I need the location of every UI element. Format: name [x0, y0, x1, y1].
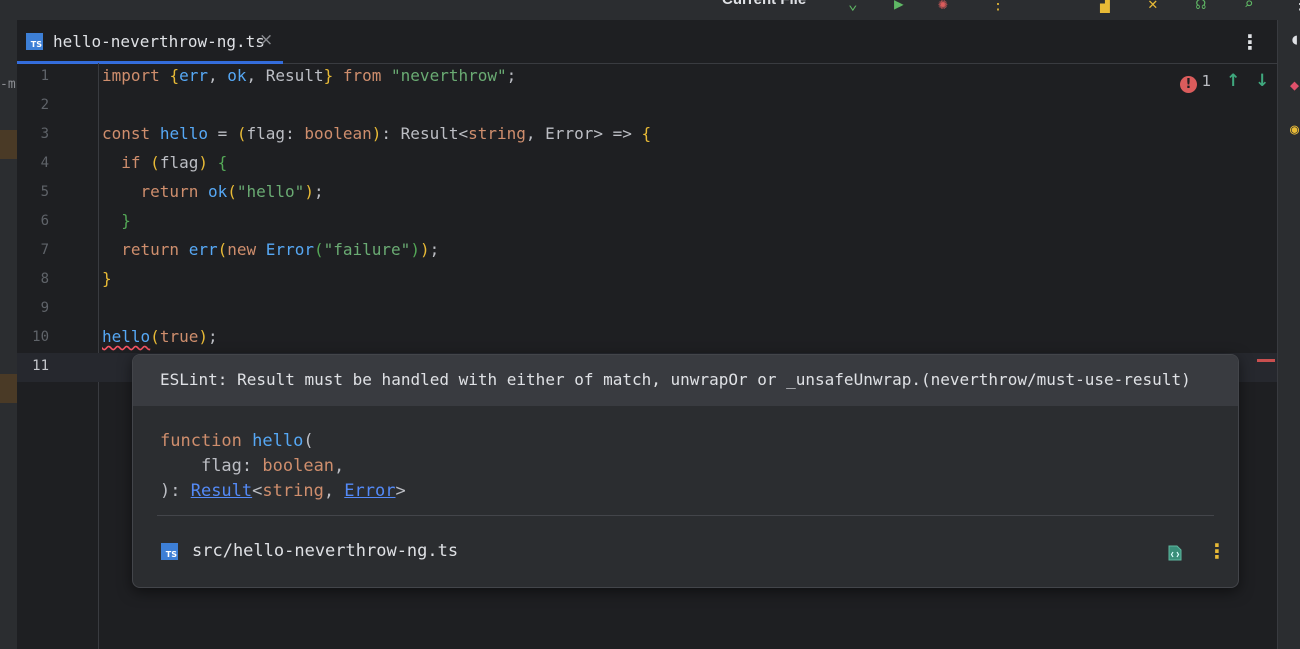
more-actions-icon[interactable]: ⋮ — [990, 0, 1006, 13]
code-text: import {err, ok, Result} from "neverthro… — [102, 66, 517, 85]
line-number: 9 — [40, 300, 49, 316]
line-number: 2 — [40, 97, 49, 113]
typescript-file-icon: TS — [26, 33, 43, 50]
project-tree-fragment: -m — [0, 77, 16, 92]
open-in-editor-icon[interactable] — [1168, 545, 1182, 561]
chevron-down-icon[interactable]: ⌄ — [848, 0, 858, 13]
right-tool-strip: ◖ ◆ ◉ — [1277, 20, 1300, 649]
inspection-popup[interactable]: ESLint: Result must be handled with eith… — [132, 354, 1239, 588]
line-number: 1 — [40, 68, 49, 84]
code-line[interactable]: 7 return err(new Error("failure")); — [17, 237, 1277, 266]
line-number: 10 — [32, 329, 49, 345]
eslint-message: ESLint: Result must be handled with eith… — [160, 370, 1191, 389]
left-tool-strip: -m — [0, 20, 17, 649]
source-file-path[interactable]: src/hello-neverthrow-ng.ts — [192, 541, 458, 561]
code-text: return ok("hello"); — [140, 182, 324, 201]
line-number: 4 — [40, 155, 49, 171]
code-line[interactable]: 4 if (flag) { — [17, 150, 1277, 179]
ai-assistant-icon[interactable]: ▟ — [1100, 0, 1110, 13]
typescript-file-icon: TS — [161, 543, 178, 560]
database-icon[interactable]: ◉ — [1290, 120, 1299, 138]
error-icon: ! — [1180, 76, 1197, 93]
function-signature: function hello( flag: boolean, ): Result… — [160, 431, 406, 501]
line-number: 6 — [40, 213, 49, 229]
inspections-widget[interactable]: ! 1 ↑ ↓ — [1180, 71, 1269, 93]
code-text: hello(true); — [102, 327, 218, 346]
code-text: if (flag) { — [121, 153, 228, 172]
line-number: 3 — [40, 126, 49, 142]
code-text: return err(new Error("failure")); — [121, 240, 440, 259]
next-problem-icon[interactable]: ↓ — [1255, 71, 1269, 91]
code-line[interactable]: 5 return ok("hello"); — [17, 179, 1277, 208]
result-type-link[interactable]: Result — [191, 481, 252, 501]
settings-icon[interactable]: ⋮ — [1292, 0, 1300, 13]
tab-hello-neverthrow-ng[interactable]: TS hello-neverthrow-ng.ts × — [17, 21, 283, 64]
popup-options-icon[interactable]: ⋮ — [1207, 539, 1227, 563]
code-line[interactable]: 6 } — [17, 208, 1277, 237]
code-text: } — [102, 269, 112, 288]
code-line[interactable]: 3 const hello = (flag: boolean): Result<… — [17, 121, 1277, 150]
vcs-icon[interactable]: ☊ — [1196, 0, 1206, 13]
close-icon[interactable]: ✕ — [1148, 0, 1158, 13]
line-number: 11 — [32, 358, 49, 374]
main-toolbar: Current File ⌄ ▶ ✺ ⋮ ▟ ✕ ☊ ⌕ ⋮ — [0, 0, 1300, 21]
close-tab-icon[interactable]: × — [259, 30, 273, 50]
search-icon[interactable]: ⌕ — [1244, 0, 1254, 13]
code-text: } — [121, 211, 131, 230]
plugin-icon[interactable]: ◆ — [1290, 76, 1299, 94]
error-stripe-marker[interactable] — [1257, 359, 1275, 362]
error-type-link[interactable]: Error — [344, 481, 395, 501]
code-line[interactable]: 8 } — [17, 266, 1277, 295]
tree-selection-marker — [0, 374, 17, 403]
notifications-icon[interactable]: ◖ — [1290, 30, 1299, 48]
line-number: 7 — [40, 242, 49, 258]
debug-icon[interactable]: ✺ — [938, 0, 948, 13]
tree-selection-marker — [0, 130, 17, 159]
tab-label: hello-neverthrow-ng.ts — [53, 32, 265, 51]
previous-problem-icon[interactable]: ↑ — [1226, 71, 1240, 91]
code-line[interactable]: 9 — [17, 295, 1277, 324]
editor-tab-bar: TS hello-neverthrow-ng.ts × ⋮ — [17, 21, 1277, 64]
line-number: 5 — [40, 184, 49, 200]
line-number: 8 — [40, 271, 49, 287]
code-line[interactable]: 1 import {err, ok, Result} from "neverth… — [17, 63, 1277, 92]
code-text: const hello = (flag: boolean): Result<st… — [102, 124, 652, 143]
code-line[interactable]: 10 hello(true); — [17, 324, 1277, 353]
popup-header: ESLint: Result must be handled with eith… — [133, 355, 1238, 406]
error-count: 1 — [1201, 72, 1212, 90]
run-configuration-selector[interactable]: Current File — [722, 0, 806, 8]
tab-options-icon[interactable]: ⋮ — [1240, 30, 1260, 54]
popup-divider — [157, 515, 1214, 516]
run-icon[interactable]: ▶ — [894, 0, 904, 13]
code-line[interactable]: 2 — [17, 92, 1277, 121]
